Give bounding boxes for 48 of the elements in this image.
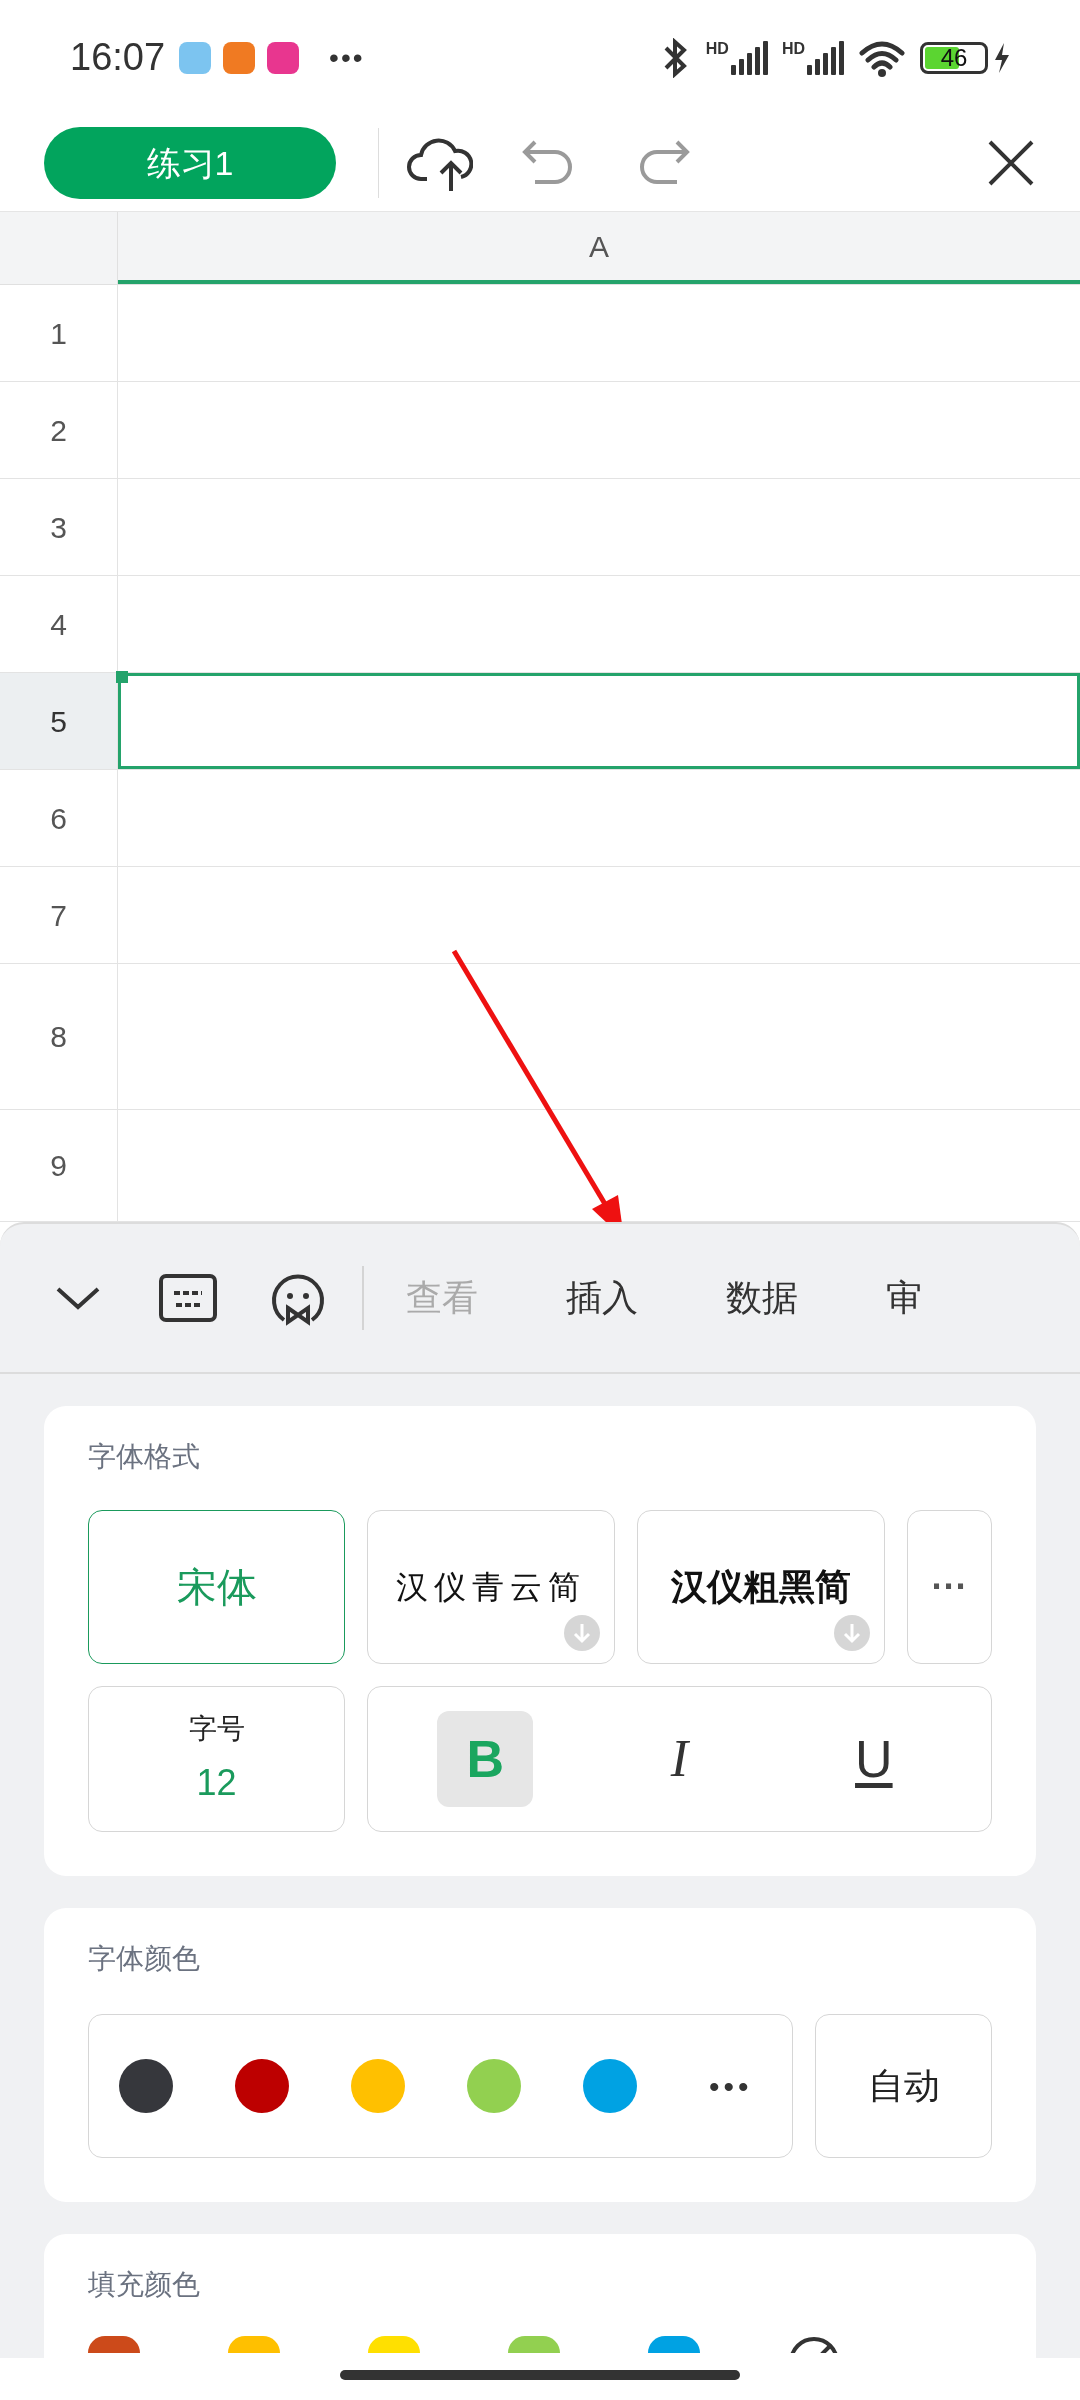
font-option[interactable]: 汉仪粗黑简	[637, 1510, 885, 1664]
row-number[interactable]: 6	[0, 770, 118, 866]
toolbar-tab[interactable]: 审	[886, 1271, 922, 1325]
font-option[interactable]: 汉仪青云简	[367, 1510, 615, 1664]
close-icon[interactable]	[986, 138, 1036, 188]
section-title: 填充颜色	[88, 2268, 201, 2302]
selected-cell[interactable]	[118, 673, 1080, 769]
color-swatch[interactable]	[235, 2059, 289, 2113]
color-swatch[interactable]	[508, 2336, 560, 2353]
row-number[interactable]: 2	[0, 382, 118, 478]
color-swatch[interactable]	[583, 2059, 637, 2113]
color-swatch[interactable]	[228, 2336, 280, 2353]
toolbar-tab[interactable]: 插入	[566, 1271, 638, 1325]
download-icon	[564, 1615, 600, 1651]
color-swatch[interactable]	[467, 2059, 521, 2113]
row-number[interactable]: 7	[0, 867, 118, 963]
toolbar-tab[interactable]: 数据	[726, 1271, 798, 1325]
no-fill-icon[interactable]	[788, 2336, 840, 2353]
auto-color-button[interactable]: 自动	[815, 2014, 992, 2158]
row-number[interactable]: 4	[0, 576, 118, 672]
section-title: 字体格式	[88, 1440, 201, 1474]
more-notifications: •••	[329, 40, 365, 75]
network-label: HD	[705, 40, 729, 57]
row-number[interactable]: 9	[0, 1110, 118, 1221]
more-fonts-button[interactable]: ···	[907, 1510, 992, 1664]
download-icon	[834, 1615, 870, 1651]
signal-icon	[807, 40, 844, 75]
text-style-button[interactable]: I	[631, 1711, 728, 1807]
font-option[interactable]: 宋体	[88, 1510, 345, 1664]
row-number[interactable]: 8	[0, 964, 118, 1109]
color-swatch[interactable]	[368, 2336, 420, 2353]
wifi-icon	[858, 38, 906, 77]
more-colors-button[interactable]: •••	[709, 2063, 753, 2109]
color-swatch[interactable]	[88, 2336, 140, 2353]
text-style-button[interactable]: U	[825, 1711, 922, 1807]
color-swatch[interactable]	[119, 2059, 173, 2113]
color-swatch[interactable]	[648, 2336, 700, 2353]
font-size-button[interactable]: 字号 12	[88, 1686, 345, 1832]
row-number[interactable]: 1	[0, 285, 118, 381]
status-time: 16:07	[70, 35, 166, 80]
charging-icon	[994, 42, 1010, 73]
row-number[interactable]: 3	[0, 479, 118, 575]
network-label: HD	[781, 40, 805, 57]
row-number[interactable]: 5	[0, 673, 118, 769]
section-title: 字体颜色	[88, 1942, 201, 1976]
keyboard-icon[interactable]	[158, 1273, 218, 1323]
color-swatch[interactable]	[351, 2059, 405, 2113]
signal-icon	[730, 40, 768, 75]
